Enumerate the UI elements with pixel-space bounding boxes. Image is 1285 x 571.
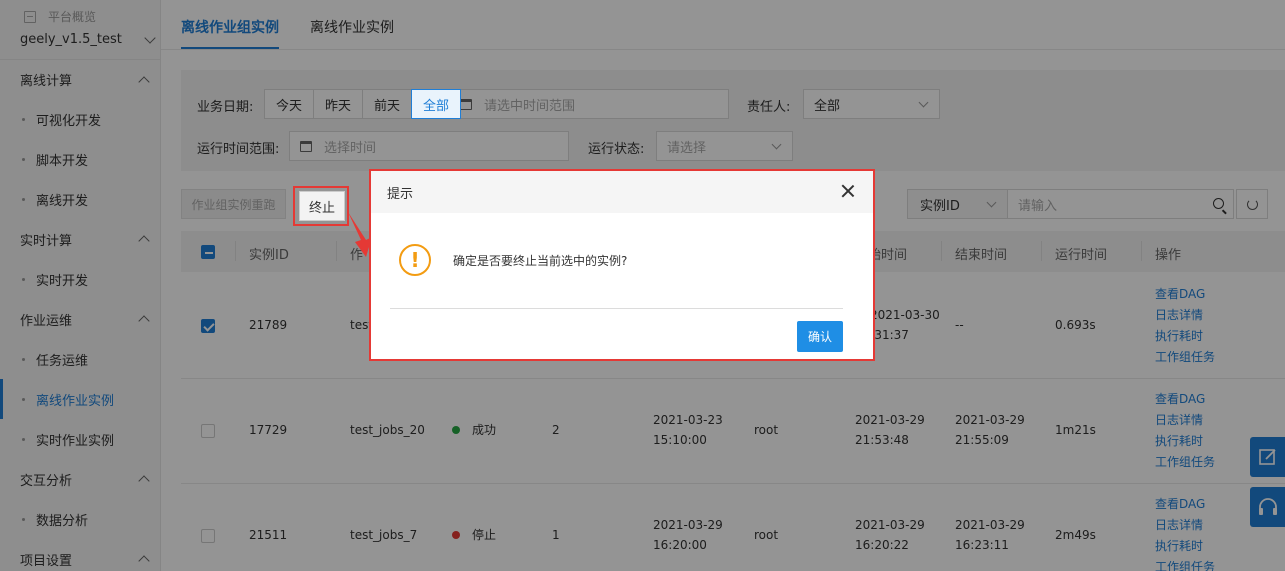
date-all-button[interactable]: 全部 [411, 89, 462, 119]
confirm-dialog: 提示 ! 确定是否要终止当前选中的实例? 确认 [369, 169, 875, 361]
dialog-header: 提示 [371, 171, 873, 213]
close-icon[interactable] [841, 184, 855, 198]
confirm-button[interactable]: 确认 [797, 321, 843, 352]
dialog-message: 确定是否要终止当前选中的实例? [453, 254, 628, 268]
dialog-divider [390, 308, 843, 309]
stop-button-highlight-box [293, 186, 349, 226]
dialog-title: 提示 [387, 187, 414, 202]
warning-icon: ! [399, 244, 431, 276]
